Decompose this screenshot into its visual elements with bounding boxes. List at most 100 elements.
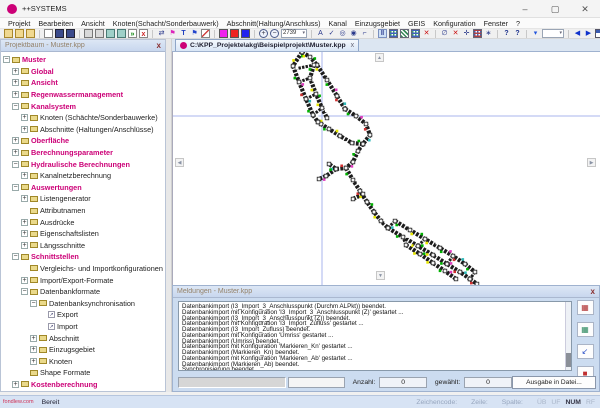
tree-item-datenbankformate[interactable]: −Datenbankformate [3,286,165,298]
select-node-icon[interactable]: ✓ [327,29,336,38]
print-setup-icon[interactable] [117,29,126,38]
messages-scrollbar-thumb[interactable] [566,353,571,367]
help-context-icon[interactable]: ? [513,29,522,38]
person-select-icon[interactable]: A [316,29,325,38]
save-icon[interactable] [55,29,64,38]
collapse-icon[interactable]: − [12,161,19,168]
tree-item-ausdrücke[interactable]: +Ausdrücke [3,216,165,228]
window-fit-icon[interactable] [595,29,600,38]
text-label-icon[interactable]: T [179,29,188,38]
expand-icon[interactable]: + [21,195,28,202]
tree-item-auswertungen[interactable]: −Auswertungen [3,182,165,194]
new-document-icon[interactable] [44,29,53,38]
search-attribute-icon[interactable]: ◉ [349,29,358,38]
expand-icon[interactable]: + [21,126,28,133]
messages-close-icon[interactable]: x [591,287,595,297]
delete-x-icon[interactable]: ✕ [422,29,431,38]
expand-icon[interactable]: + [21,114,28,121]
tree-item-knoten[interactable]: +Knoten [3,355,165,367]
pan-left-button[interactable]: ◀ [175,158,184,167]
message-line[interactable]: Synchronisierung beendet [182,367,569,371]
circle-edit-icon[interactable]: ∅ [440,29,449,38]
expand-icon[interactable]: + [12,91,19,98]
filter-red-grid-button[interactable]: ▦ [577,300,594,315]
search-object-icon[interactable]: ◎ [338,29,347,38]
expand-icon[interactable]: + [30,346,37,353]
tree-item-attributnamen[interactable]: Attributnamen [3,205,165,217]
open-folder-icon[interactable] [15,29,24,38]
help-question-icon[interactable]: ? [502,29,511,38]
export-document-icon[interactable]: » [128,29,137,38]
collapse-icon[interactable]: − [30,300,37,307]
save-all-icon[interactable] [66,29,75,38]
tree-item-muster[interactable]: −Muster [3,54,165,66]
print-gray-icon[interactable] [84,29,93,38]
close-button[interactable]: ✕ [570,0,600,18]
flag-blue-icon[interactable]: ⚑ [190,29,199,38]
droplet-blue-icon[interactable]: ▾ [531,29,540,38]
collapse-icon[interactable]: − [3,56,10,63]
flag-magenta-icon[interactable]: ⚑ [168,29,177,38]
expand-icon[interactable]: + [12,79,19,86]
expand-icon[interactable]: + [12,381,19,388]
nav-left-icon[interactable]: ◀ [573,29,582,38]
tree-item-import-export-formate[interactable]: +Import/Export-Formate [3,274,165,286]
collapse-icon[interactable]: − [12,253,19,260]
collapse-icon[interactable]: − [12,184,19,191]
open-project-icon[interactable] [4,29,13,38]
grid-green-icon[interactable] [400,29,409,38]
tree-item-längsschnitte[interactable]: +Längsschnitte [3,240,165,252]
menu-item-projekt[interactable]: Projekt [4,19,34,28]
menu-item-?[interactable]: ? [512,19,524,28]
grid-mixed-icon[interactable] [411,29,420,38]
tree-item-global[interactable]: +Global [3,66,165,78]
menu-item-einzugsgebiet[interactable]: Einzugsgebiet [351,19,404,28]
tree-item-eigenschaftslisten[interactable]: +Eigenschaftslisten [3,228,165,240]
messages-header[interactable]: Meldungen - Muster.kpp x [173,286,599,298]
layer-combo[interactable]: ▾ [542,29,564,38]
messages-scrollbar[interactable] [565,302,571,370]
tree-item-kostenberechnung[interactable]: +Kostenberechnung [3,379,165,391]
tree-item-berechnungsparameter[interactable]: +Berechnungsparameter [3,147,165,159]
document-tab-close-icon[interactable]: x [351,42,355,49]
pause-view-icon[interactable]: ‖ [378,29,387,38]
expand-icon[interactable]: + [12,137,19,144]
menu-item-geis[interactable]: GEIS [404,19,429,28]
tree-item-einzugsgebiet[interactable]: +Einzugsgebiet [3,344,165,356]
menu-item-bearbeiten[interactable]: Bearbeiten [34,19,77,28]
tree-item-knoten-schächte-sonderbauwerke-[interactable]: +Knoten (Schächte/Sonderbauwerke) [3,112,165,124]
zoom-in-icon[interactable]: + [259,29,268,38]
filter-green-grid-button[interactable]: ▦ [577,322,594,337]
tree-item-export[interactable]: ↗Export [3,309,165,321]
tree-item-abschnitte-haltungen-anschlüsse-[interactable]: +Abschnitte (Haltungen/Anschlüsse) [3,124,165,136]
zoom-out-icon[interactable]: − [270,29,279,38]
tree-item-regenwassermanagement[interactable]: +Regenwassermanagement [3,89,165,101]
menu-item-ansicht[interactable]: Ansicht [77,19,109,28]
output-to-file-button[interactable]: Ausgabe in Datei... [512,376,596,389]
grid-red-icon[interactable] [473,29,482,38]
minimize-button[interactable]: – [510,0,540,18]
move-cross-icon[interactable]: ✛ [462,29,471,38]
edit-sheet-icon[interactable] [201,29,210,38]
tree-item-abschnitt[interactable]: +Abschnitt [3,332,165,344]
sync-arrows-icon[interactable]: ⇄ [157,29,166,38]
tree-item-listengenerator[interactable]: +Listengenerator [3,193,165,205]
expand-icon[interactable]: + [12,68,19,75]
open-recent-icon[interactable] [26,29,35,38]
menu-item-kanal[interactable]: Kanal [325,19,351,28]
expand-icon[interactable]: + [21,172,28,179]
pan-top-button[interactable]: ▲ [375,53,384,62]
tree-item-schnittstellen[interactable]: −Schnittstellen [3,251,165,263]
tree-item-ansicht[interactable]: +Ansicht [3,77,165,89]
expand-icon[interactable]: + [21,230,28,237]
tree-item-import[interactable]: ↗Import [3,321,165,333]
color-magenta-icon[interactable] [219,29,228,38]
menu-item-abschnitt-haltung-anschluss-[interactable]: Abschnitt(Haltung/Anschluss) [223,19,325,28]
menu-item-konfiguration[interactable]: Konfiguration [429,19,479,28]
print-preview-icon[interactable] [95,29,104,38]
branch-tool-icon[interactable]: ⌐ [360,29,369,38]
messages-list[interactable]: Datenbankimport (I3_Import_3_Anschlusspu… [178,301,572,371]
node-link-icon[interactable]: ∗ [484,29,493,38]
expand-icon[interactable]: + [30,358,37,365]
color-red-icon[interactable] [230,29,239,38]
